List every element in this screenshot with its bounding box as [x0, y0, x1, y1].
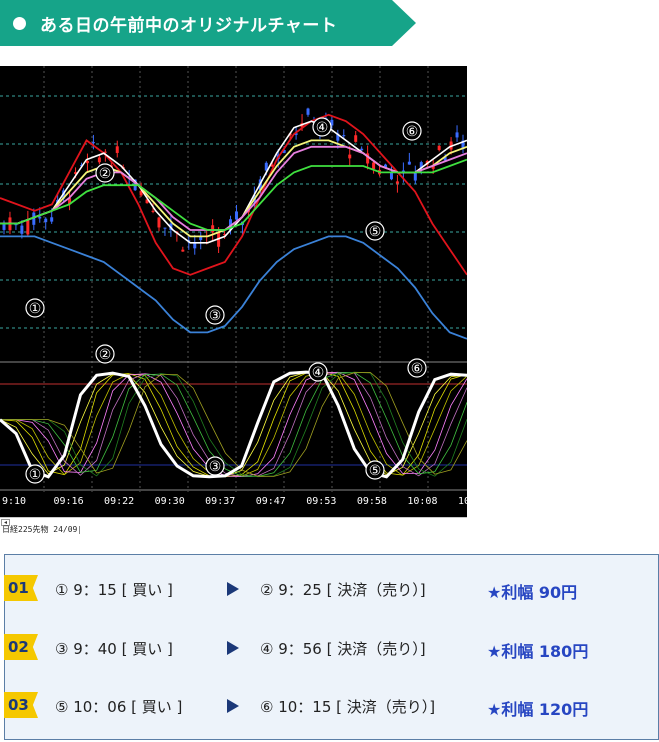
- trade-number: 02: [4, 634, 38, 660]
- bullet-icon: [13, 17, 26, 30]
- trade-table: 01 ① 9：15 [ 買い ] ② 9：25 [ 決済（売り）] ★利幅 90…: [4, 554, 659, 740]
- marker-label: ④: [312, 365, 325, 381]
- marker-label: ③: [209, 459, 222, 475]
- candle-body: [395, 181, 399, 184]
- candle-body: [342, 135, 346, 137]
- x-tick-label: 09:37: [205, 496, 235, 507]
- trade-entry: ① 9：15 [ 買い ]: [55, 581, 173, 599]
- x-tick-label: 09:22: [104, 496, 134, 507]
- right-arrow-icon: [227, 582, 239, 596]
- x-tick-label: 09:30: [155, 496, 185, 507]
- candle-body: [234, 211, 238, 220]
- banner-title: ある日の午前中のオリジナルチャート: [40, 16, 338, 36]
- candle-body: [407, 161, 411, 165]
- trade-exit: ④ 9：56 [ 決済（売り）]: [260, 640, 426, 658]
- candle-body: [20, 225, 24, 234]
- candle-body: [97, 157, 101, 163]
- marker-label: ④: [316, 120, 329, 136]
- trade-number: 03: [4, 692, 38, 718]
- x-tick-label: 09:53: [306, 496, 336, 507]
- x-tick-label: 09:47: [256, 496, 286, 507]
- marker-label: ⑤: [369, 463, 382, 479]
- candle-body: [50, 217, 54, 222]
- trade-entry: ⑤ 10：06 [ 買い ]: [55, 698, 183, 716]
- candle-body: [354, 135, 358, 142]
- x-tick-label: 10:08: [407, 496, 437, 507]
- trade-profit: ★利幅 180円: [487, 642, 589, 661]
- candle-body: [85, 160, 89, 164]
- marker-label: ②: [99, 166, 112, 182]
- trade-row: 01 ① 9：15 [ 買い ] ② 9：25 [ 決済（売り）] ★利幅 90…: [4, 573, 658, 605]
- marker-label: ③: [209, 308, 222, 324]
- candle-body: [44, 218, 48, 223]
- trade-profit: ★利幅 120円: [487, 700, 589, 719]
- x-tick-label: 09:16: [54, 496, 84, 507]
- candle-body: [193, 243, 197, 249]
- right-arrow-icon: [227, 699, 239, 713]
- trade-exit: ② 9：25 [ 決済（売り）]: [260, 581, 426, 599]
- candle-body: [211, 225, 215, 233]
- trade-number: 01: [4, 575, 38, 601]
- chart-footer: ◂ 日経225先物 24/09: [0, 517, 467, 534]
- candle-body: [157, 217, 161, 228]
- symbol-tab[interactable]: 日経225先物 24/09: [0, 526, 81, 534]
- title-banner: ある日の午前中のオリジナルチャート: [0, 0, 416, 46]
- marker-label: ②: [99, 347, 112, 363]
- candle-body: [181, 249, 185, 252]
- candle-body: [151, 210, 155, 212]
- candle-body: [372, 162, 376, 170]
- marker-label: ①: [29, 301, 42, 317]
- right-arrow-icon: [227, 641, 239, 655]
- candle-body: [115, 146, 119, 153]
- marker-label: ⑥: [406, 124, 419, 140]
- marker-label: ⑥: [411, 361, 424, 377]
- candle-body: [455, 132, 459, 138]
- candle-body: [91, 142, 95, 144]
- trade-exit: ⑥ 10：15 [ 決済（売り）]: [260, 698, 436, 716]
- marker-label: ①: [29, 467, 42, 483]
- trade-profit: ★利幅 90円: [487, 583, 578, 602]
- trade-row: 02 ③ 9：40 [ 買い ] ④ 9：56 [ 決済（売り）] ★利幅 18…: [4, 632, 658, 664]
- candle-body: [38, 216, 42, 219]
- candle-body: [348, 154, 352, 159]
- candle-body: [360, 148, 364, 151]
- candle-body: [437, 145, 441, 151]
- x-tick-label: 9:10: [2, 496, 26, 507]
- x-tick-label: 09:58: [357, 496, 387, 507]
- trade-entry: ③ 9：40 [ 買い ]: [55, 640, 173, 658]
- trading-chart: ① ① ② ② ③ ③ ④ ④ ⑤ ⑤ ⑥ ⑥ 9:10 09:16 09:22 09:30 09:37 09:…: [0, 66, 467, 518]
- candle-body: [26, 220, 30, 235]
- marker-label: ⑤: [369, 224, 382, 240]
- candle-body: [163, 227, 167, 229]
- candle-body: [306, 108, 310, 115]
- trade-row: 03 ⑤ 10：06 [ 買い ] ⑥ 10：15 [ 決済（売り）] ★利幅 …: [4, 690, 658, 722]
- x-tick-label: 10:19: [458, 496, 467, 507]
